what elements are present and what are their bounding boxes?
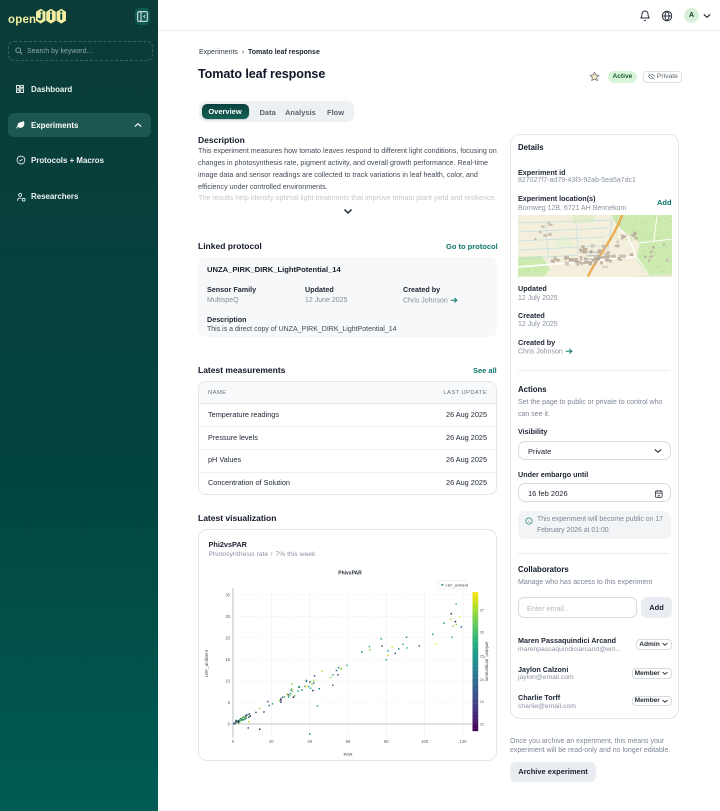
svg-text:0: 0 — [232, 739, 235, 744]
svg-text:0: 0 — [228, 722, 231, 727]
svg-text:PhivsPAR: PhivsPAR — [338, 571, 362, 577]
svg-text:LEF_ambient: LEF_ambient — [204, 649, 209, 677]
svg-text:Universiteit: Universiteit — [586, 253, 600, 257]
svg-text:120: 120 — [460, 739, 468, 744]
svg-text:20: 20 — [269, 739, 274, 744]
svg-text:15: 15 — [225, 657, 230, 662]
svg-text:100: 100 — [421, 739, 429, 744]
svg-text:26: 26 — [480, 631, 484, 635]
svg-text:N225: N225 — [602, 266, 609, 269]
svg-text:40: 40 — [307, 739, 312, 744]
svg-text:80: 80 — [384, 739, 389, 744]
svg-text:PAR: PAR — [343, 752, 353, 757]
svg-text:22: 22 — [480, 723, 484, 727]
svg-text:LEF_ambient: LEF_ambient — [446, 583, 470, 587]
svg-text:24: 24 — [480, 678, 484, 682]
svg-text:10: 10 — [225, 679, 230, 684]
svg-text:Wageningen: Wageningen — [586, 250, 601, 254]
svg-text:& Research: & Research — [586, 257, 601, 261]
svg-text:ambient_temperature: ambient_temperature — [485, 642, 490, 682]
svg-text:30: 30 — [225, 592, 230, 597]
svg-text:25: 25 — [480, 654, 484, 658]
svg-text:25: 25 — [225, 614, 230, 619]
svg-text:27: 27 — [480, 609, 484, 613]
svg-text:23: 23 — [480, 700, 484, 704]
svg-text:60: 60 — [346, 739, 351, 744]
svg-text:5: 5 — [228, 700, 231, 705]
svg-text:20: 20 — [225, 635, 230, 640]
